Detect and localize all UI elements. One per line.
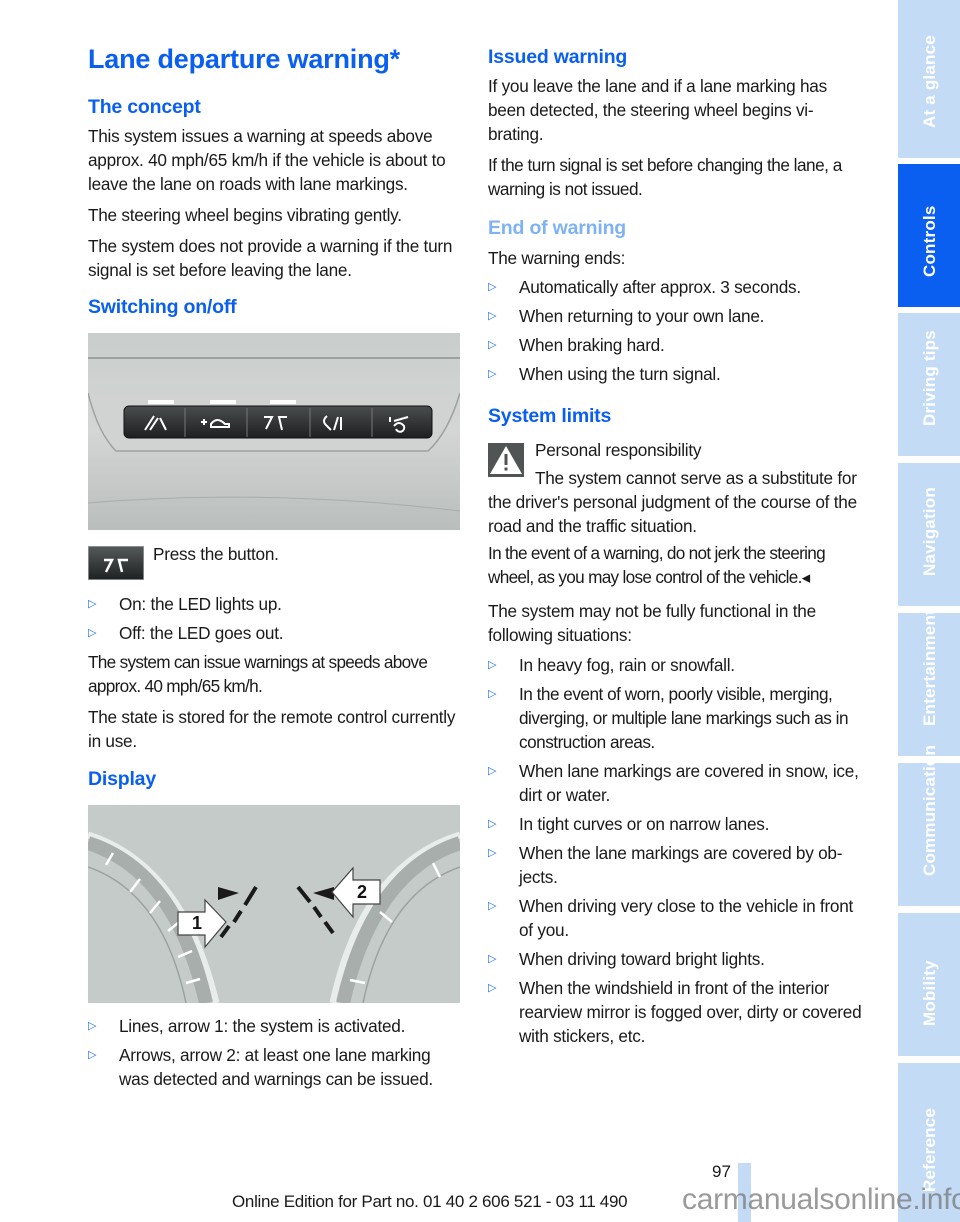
watermark: carmanualsonline.info [682, 1183, 960, 1216]
paragraph: The warning ends: [488, 248, 626, 268]
list-item: ▷ In heavy fog, rain or snowfall. [488, 655, 735, 675]
paragraph: The steering wheel begins vibrating gent… [88, 205, 402, 225]
issued-warning-text: If you leave the lane and if a lane mark… [488, 74, 863, 201]
paragraph: The system does not provide a warning if… [88, 236, 453, 280]
bullet-triangle-icon: ▷ [488, 818, 497, 830]
heading-system-limits: System limits [488, 405, 612, 427]
system-limits-bullets: ▷ In heavy fog, rain or snowfall. ▷ In the… [488, 653, 863, 1048]
heading-end-of-warning: End of warning [488, 217, 627, 239]
switching-details: ▷ On: the LED lights up. ▷ Off: the LED go… [88, 592, 460, 753]
warning-text: The system cannot serve as a substitute … [488, 466, 863, 538]
list-item: ▷ On: the LED lights up. [88, 594, 282, 614]
tab-at-a-glance[interactable]: At a glance [898, 0, 960, 158]
list-item: ▷ When driving toward bright lights. [488, 949, 765, 969]
list-item: ▷ Off: the LED goes out. [88, 623, 284, 643]
list-item: ▷ In the event of worn, poorly visible, m… [488, 684, 849, 752]
bullet-triangle-icon: ▷ [488, 368, 497, 380]
bullet-triangle-icon: ▷ [88, 1020, 97, 1032]
list-item: ▷ When the windshield in front of the int… [488, 978, 862, 1046]
bullet-triangle-icon: ▷ [88, 1049, 97, 1061]
tab-navigation[interactable]: Navigation [898, 463, 960, 606]
bullet-triangle-icon: ▷ [488, 900, 497, 912]
list-item: ▷ In tight curves or on narrow lanes. [488, 814, 770, 834]
end-of-warning-bullets: ▷ Automatically after approx. 3 seconds. … [488, 275, 863, 386]
tab-controls[interactable]: Controls [898, 164, 960, 307]
paragraph: In the event of a warning, do not jerk t… [488, 543, 826, 587]
paragraph: This system issues a warning at speeds a… [88, 126, 446, 194]
list-item: ▷ When returning to your own lane. [488, 306, 765, 326]
paragraph: If you leave the lane and if a lane mark… [488, 76, 827, 144]
bullet-triangle-icon: ▷ [488, 339, 497, 351]
bullet-triangle-icon: ▷ [88, 598, 97, 610]
list-item: ▷ Lines, arrow 1: the system is activated… [88, 1016, 406, 1036]
edition-footer: Online Edition for Part no. 01 40 2 606 … [232, 1192, 628, 1211]
bullet-triangle-icon: ▷ [488, 310, 497, 322]
overhead-button-panel-photo [88, 333, 460, 530]
bullet-triangle-icon: ▷ [488, 765, 497, 777]
heading-switching-on-off: Switching on/off [88, 296, 237, 318]
led-indicator [270, 400, 296, 404]
display-image: 1 2 [88, 805, 460, 1003]
paragraph: The state is stored for the remote contr… [88, 707, 456, 751]
tab-driving-tips[interactable]: Driving tips [898, 313, 960, 456]
bullet-triangle-icon: ▷ [488, 688, 496, 700]
bullet-triangle-icon: ▷ [488, 953, 497, 965]
tab-communication[interactable]: Communication [898, 745, 960, 906]
svg-text:1: 1 [192, 913, 202, 933]
led-indicator [148, 400, 174, 404]
bullet-triangle-icon: ▷ [488, 281, 497, 293]
tab-entertainment[interactable]: Entertainment [898, 609, 960, 756]
display-details: ▷ Lines, arrow 1: the system is activated… [88, 1014, 460, 1096]
paragraph: The system may not be fully functional i… [488, 601, 816, 645]
bullet-triangle-icon: ▷ [488, 847, 497, 859]
chapter-tabs: At a glance Controls Driving tips Naviga… [898, 0, 960, 1222]
list-item: ▷ When the lane markings are covered by o… [488, 843, 843, 887]
bullet-triangle-icon: ▷ [488, 659, 497, 671]
heading-display: Display [88, 768, 156, 790]
bullet-triangle-icon: ▷ [488, 982, 497, 994]
svg-text:2: 2 [357, 882, 367, 902]
button-panel-image [88, 333, 460, 530]
instrument-cluster-lane-display: 1 2 [88, 805, 460, 1003]
list-item: ▷ When using the turn signal. [488, 364, 721, 384]
tab-mobility[interactable]: Mobility [898, 913, 960, 1056]
list-item: ▷ When lane markings are covered in snow,… [488, 761, 859, 805]
list-item: ▷ Arrows, arrow 2: at least one lane mark… [88, 1045, 433, 1089]
end-of-warning-text: The warning ends: ▷ Automatically after a… [488, 246, 863, 391]
concept-text: This system issues a warning at speeds a… [88, 124, 460, 282]
paragraph: The system can issue warnings at speeds … [88, 652, 428, 696]
display-bullets: ▷ Lines, arrow 1: the system is activated… [88, 1014, 460, 1091]
switching-bullets: ▷ On: the LED lights up. ▷ Off: the LED go… [88, 592, 460, 645]
page-number: 97 [712, 1162, 731, 1181]
paragraph: If the turn signal is set before changin… [488, 155, 842, 199]
led-indicator [210, 400, 236, 404]
list-item: ▷ When driving very close to the vehicle … [488, 896, 854, 940]
page-title: Lane departure warning* [88, 44, 400, 74]
heading-issued-warning: Issued warning [488, 46, 628, 68]
paragraph: The system cannot serve as a substitute … [488, 468, 857, 536]
system-limits-text: In the event of a warning, do not jerk t… [488, 541, 863, 1053]
press-button-text: Press the button. [153, 544, 279, 564]
list-item: ▷ When braking hard. [488, 335, 665, 355]
lane-departure-button-icon [87, 545, 145, 581]
bullet-triangle-icon: ▷ [88, 627, 97, 639]
warning-title: Personal responsibility [535, 440, 702, 460]
heading-the-concept: The concept [88, 96, 201, 118]
list-item: ▷ Automatically after approx. 3 seconds. [488, 277, 801, 297]
